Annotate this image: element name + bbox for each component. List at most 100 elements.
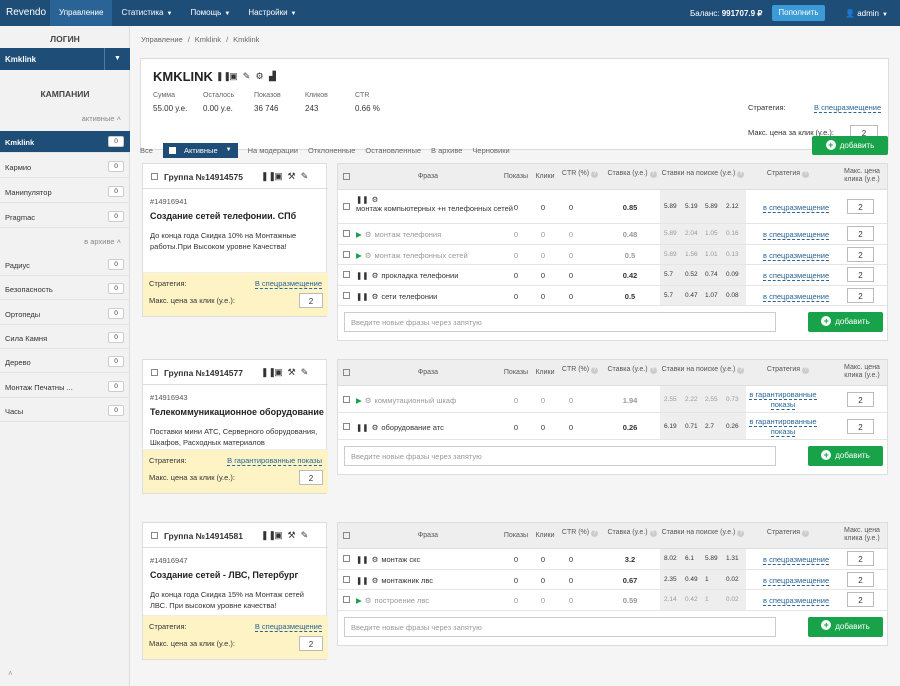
tab-all[interactable]: Все — [140, 146, 153, 155]
group-max-price-input[interactable]: 2 — [299, 470, 323, 485]
phrase-strategy-link[interactable]: в спецразмещение — [763, 292, 830, 302]
group-checkbox[interactable] — [151, 369, 158, 376]
app-logo[interactable]: Revendo — [6, 7, 46, 18]
select-all-checkbox[interactable] — [343, 369, 350, 376]
gear-icon[interactable]: ⚙ — [365, 251, 372, 260]
help-icon[interactable]: ? — [802, 171, 810, 178]
sidebar-campaign-item[interactable]: Кармио 0 — [0, 156, 130, 178]
help-icon[interactable]: ? — [591, 367, 599, 374]
tab-stopped[interactable]: Остановленные — [365, 146, 421, 155]
add-group-button[interactable]: + добавить — [812, 136, 888, 155]
edit-icon[interactable]: ✎ — [300, 172, 309, 181]
nav-settings[interactable]: Настройки ▼ — [239, 0, 305, 26]
topup-button[interactable]: Пополнить — [772, 5, 825, 21]
sidebar-campaign-item[interactable]: Pragmac 0 — [0, 206, 130, 228]
phrase-strategy-link[interactable]: в спецразмещение — [763, 230, 830, 241]
phrase-checkbox[interactable] — [343, 250, 350, 258]
pause-icon[interactable]: ❚❚ — [216, 72, 231, 81]
phrase-strategy-link[interactable]: в гарантированные показы — [743, 416, 823, 437]
pause-icon[interactable]: ❚❚ — [356, 576, 369, 585]
phrase-checkbox[interactable] — [343, 203, 350, 210]
tab-moderation[interactable]: На модерации — [248, 146, 298, 155]
new-phrases-input[interactable]: Введите новые фразы через запятую — [344, 446, 776, 466]
phrase-max-price-input[interactable]: 2 — [847, 226, 874, 242]
phrase-strategy-link[interactable]: в спецразмещение — [763, 271, 830, 282]
pause-icon[interactable]: ❚❚ — [356, 271, 369, 280]
help-icon[interactable]: ? — [649, 530, 657, 537]
strategy-link[interactable]: В спецразмещение — [814, 103, 882, 113]
sidebar-campaign-item[interactable]: Сила Камня 0 — [0, 327, 130, 349]
breadcrumb-item[interactable]: Kmklink — [195, 35, 221, 44]
tab-archive[interactable]: В архиве — [431, 146, 462, 155]
sidebar-campaign-item[interactable]: Монтаж Печатны ... 0 — [0, 376, 130, 398]
help-icon[interactable]: ? — [802, 530, 810, 537]
gear-icon[interactable]: ⚙ — [372, 271, 379, 280]
sidebar-campaign-item[interactable]: Kmklink 0 — [0, 131, 130, 153]
hammer-icon[interactable]: ⚒ — [287, 531, 296, 540]
play-icon[interactable]: ▶ — [356, 596, 362, 605]
edit-icon[interactable]: ✎ — [300, 531, 309, 540]
group-strategy-link[interactable]: В спецразмещение — [254, 622, 322, 632]
edit-icon[interactable]: ✎ — [300, 368, 309, 377]
tab-drafts[interactable]: Черновики — [472, 146, 509, 155]
sidebar-campaign-item[interactable]: Безопасность 0 — [0, 278, 130, 301]
group-checkbox[interactable] — [151, 532, 158, 539]
phrase-checkbox[interactable] — [343, 291, 350, 299]
gear-icon[interactable]: ⚙ — [365, 230, 372, 239]
group-max-price-input[interactable]: 2 — [299, 636, 323, 651]
phrase-strategy-link[interactable]: в гарантированные показы — [743, 389, 823, 410]
add-phrases-button[interactable]: + добавить — [808, 312, 883, 332]
pause-icon[interactable]: ❚❚ — [356, 423, 369, 432]
archive-icon[interactable]: ▣ — [274, 172, 283, 181]
archive-icon[interactable]: ▣ — [274, 368, 283, 377]
gear-icon[interactable]: ⚙ — [372, 576, 379, 585]
group-max-price-input[interactable]: 2 — [299, 293, 323, 308]
collapse-sidebar-icon[interactable]: ˄ — [8, 669, 13, 678]
sidebar-campaign-item[interactable]: Ортопеды 0 — [0, 303, 130, 325]
pause-icon[interactable]: ❚❚ — [356, 555, 369, 564]
new-phrases-input[interactable]: Введите новые фразы через запятую — [344, 616, 776, 637]
sidebar-campaign-item[interactable]: Манипулятор 0 — [0, 181, 130, 203]
help-icon[interactable]: ? — [649, 171, 657, 178]
edit-icon[interactable]: ✎ — [242, 72, 251, 81]
group-strategy-link[interactable]: В спецразмещение — [254, 279, 322, 289]
gear-icon[interactable]: ⚙ — [365, 596, 372, 605]
active-section-toggle[interactable]: активные ˄ — [82, 114, 121, 123]
chevron-down-icon[interactable]: ▼ — [104, 48, 130, 70]
nav-manage[interactable]: Управление — [50, 0, 113, 26]
play-icon[interactable]: ▶ — [356, 251, 362, 260]
archive-icon[interactable]: ▣ — [229, 72, 238, 81]
add-phrases-button[interactable]: + добавить — [808, 446, 883, 466]
phrase-checkbox[interactable] — [343, 271, 350, 279]
phrase-max-price-input[interactable]: 2 — [847, 199, 874, 214]
gear-icon[interactable]: ⚙ — [255, 72, 264, 81]
gear-icon[interactable]: ⚙ — [372, 555, 379, 564]
user-menu[interactable]: 👤 admin ▼ — [845, 9, 888, 18]
phrase-strategy-link[interactable]: в спецразмещение — [763, 596, 830, 607]
gear-icon[interactable]: ⚙ — [372, 423, 379, 432]
archive-section-toggle[interactable]: в архиве ˄ — [84, 237, 121, 246]
help-icon[interactable]: ? — [802, 367, 810, 374]
hammer-icon[interactable]: ⚒ — [287, 368, 296, 377]
pause-icon[interactable]: ❚❚ — [261, 368, 276, 377]
select-all-checkbox[interactable] — [343, 173, 350, 180]
group-strategy-link[interactable]: В гарантированные показы — [227, 456, 322, 466]
pause-icon[interactable]: ❚❚ — [356, 195, 369, 204]
login-select[interactable]: Kmklink ▼ — [0, 48, 130, 70]
breadcrumb-item[interactable]: Управление — [141, 35, 183, 44]
phrase-checkbox[interactable] — [343, 422, 350, 430]
pause-icon[interactable]: ❚❚ — [261, 172, 276, 181]
select-all-checkbox[interactable] — [343, 532, 350, 539]
phrase-checkbox[interactable] — [343, 575, 350, 583]
phrase-max-price-input[interactable]: 2 — [847, 551, 874, 567]
help-icon[interactable]: ? — [591, 171, 599, 178]
phrase-max-price-input[interactable]: 2 — [847, 418, 874, 434]
tab-rejected[interactable]: Отклоненные — [308, 146, 355, 155]
phrase-checkbox[interactable] — [343, 230, 350, 238]
phrase-checkbox[interactable] — [343, 596, 350, 604]
help-icon[interactable]: ? — [737, 367, 745, 374]
stats-icon[interactable]: ▟ — [268, 72, 277, 81]
help-icon[interactable]: ? — [591, 530, 599, 537]
phrase-max-price-input[interactable]: 2 — [847, 267, 874, 283]
phrase-max-price-input[interactable]: 2 — [847, 592, 874, 608]
